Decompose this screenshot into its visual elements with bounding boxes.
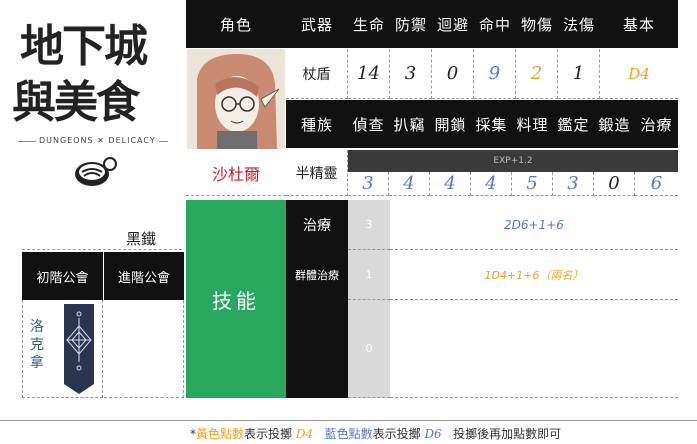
character-race: 半精靈 <box>286 150 348 196</box>
guild-advanced-cell <box>104 300 184 398</box>
ability-cost-1: 3 <box>348 200 390 250</box>
header-weapon: 武器 <box>286 0 348 48</box>
weapon-value: 杖盾 <box>286 49 348 99</box>
exp-bar: EXP+1.2 <box>348 150 678 172</box>
header-basic: 基本 <box>600 0 678 48</box>
logo: 地下城 與美食 DUNGEONS ✕ DELICACY <box>8 6 178 196</box>
ability-name-3 <box>286 300 348 398</box>
ability-effect-3 <box>390 300 678 398</box>
footer-yellow: 黃色點數 <box>196 427 245 441</box>
guild-first-name: 洛克拿 <box>30 318 46 372</box>
footer-d6: D6 <box>424 427 442 441</box>
header-evade: 迴避 <box>432 0 474 48</box>
skill-cook: 5 <box>512 172 553 196</box>
header-defense: 防禦 <box>390 0 432 48</box>
header-role: 角色 <box>186 0 286 48</box>
footer-show1: 表示投擲 <box>244 427 293 441</box>
header-life: 生命 <box>348 0 390 48</box>
skill-forge: 0 <box>594 172 635 196</box>
character-portrait <box>187 49 285 149</box>
footer-divider <box>0 420 697 421</box>
header-forge: 鍛造 <box>594 100 635 148</box>
ability-effect-1: 2D6+1+6 <box>390 200 678 250</box>
header-heal: 治療 <box>635 100 678 148</box>
exp-label: EXP+1.2 <box>493 156 533 166</box>
ability-name-2: 群體治療 <box>286 250 348 300</box>
logo-subtitle-left: DUNGEONS <box>39 136 94 145</box>
skill-appraise: 3 <box>553 172 594 196</box>
rank-divider <box>22 249 182 250</box>
life-value: 14 <box>348 49 390 99</box>
header-cook: 料理 <box>512 100 553 148</box>
ability-cost-3: 0 <box>348 300 390 398</box>
header-race: 種族 <box>286 100 348 148</box>
ability-name-1: 治療 <box>286 200 348 250</box>
guild-banner-icon <box>64 304 94 394</box>
ability-cost-2: 1 <box>348 250 390 300</box>
header-investigate: 偵查 <box>348 100 389 148</box>
skill-investigate: 3 <box>348 172 389 196</box>
magic-value: 1 <box>558 49 600 99</box>
character-name: 沙杜爾 <box>186 150 286 196</box>
footer-note: *黃色點數表示投擲 D4 藍色點數表示投擲 D6 投擲後再加點數即可 <box>190 425 561 442</box>
logo-subtitle: DUNGEONS ✕ DELICACY <box>36 136 159 145</box>
header-hit: 命中 <box>474 0 516 48</box>
abilities-label: 技能 <box>186 200 286 398</box>
footer-tail: 投擲後再加點數即可 <box>453 427 562 441</box>
portrait-image <box>187 49 285 149</box>
basic-value: D4 <box>600 49 678 99</box>
rank-label: 黑鐵 <box>126 230 157 248</box>
header-gather: 採集 <box>471 100 512 148</box>
footer-d4: D4 <box>295 427 314 441</box>
meat-logo-icon <box>75 157 117 186</box>
header-magic: 法傷 <box>558 0 600 48</box>
logo-title-line2: 與美食 <box>12 77 140 128</box>
ability-effect-2: 1D4+1+6（兩名） <box>390 250 678 300</box>
skill-pick: 4 <box>389 172 430 196</box>
phys-value: 2 <box>516 49 558 99</box>
logo-title-line1: 地下城 <box>20 21 148 72</box>
logo-subtitle-right: DELICACY <box>108 136 156 145</box>
footer-show2: 表示投擲 <box>372 427 421 441</box>
header-phys: 物傷 <box>516 0 558 48</box>
header-unlock: 開鎖 <box>430 100 471 148</box>
skill-unlock: 4 <box>430 172 471 196</box>
header-pick: 扒竊 <box>389 100 430 148</box>
skill-heal: 6 <box>635 172 678 196</box>
guild-first-name-text: 洛克拿 <box>30 319 44 371</box>
header-appraise: 鑑定 <box>553 100 594 148</box>
guild-advanced-header: 進階公會 <box>104 252 184 300</box>
hit-value: 9 <box>474 49 516 99</box>
abilities-label-text: 技能 <box>212 288 260 313</box>
guild-first-header: 初階公會 <box>22 252 103 300</box>
footer-blue: 藍色點數 <box>324 427 373 441</box>
defense-value: 3 <box>390 49 432 99</box>
evade-value: 0 <box>432 49 474 99</box>
skill-gather: 4 <box>471 172 512 196</box>
